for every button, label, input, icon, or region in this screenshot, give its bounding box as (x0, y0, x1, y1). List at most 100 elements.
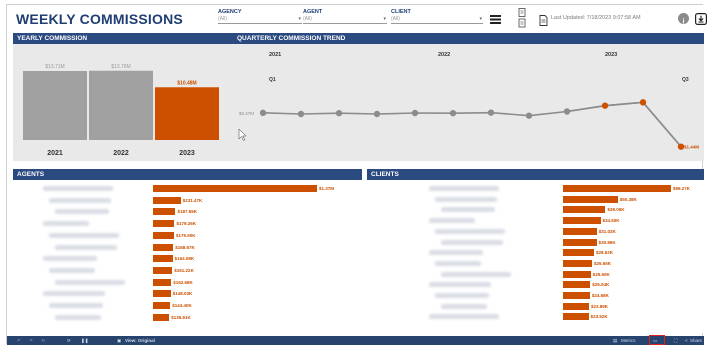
agent-name-redacted (49, 197, 111, 203)
agent-bar[interactable] (153, 208, 176, 216)
client-bar[interactable] (563, 313, 589, 321)
trend-quarter-label: Q1 (269, 77, 276, 83)
agent-bar[interactable] (153, 220, 175, 228)
agency-filter[interactable]: AGENCY (All) ▾ (218, 9, 302, 24)
yearly-chart-svg: $13.71M 2021 $13.76M 2022 $10.48M 2023 (23, 64, 219, 157)
agent-filter[interactable]: AGENT (All) ▾ (303, 9, 387, 24)
clients-bar-area: $99.27K $50.38K $39.05K $34.50K $31.02K $30.8… (367, 180, 704, 333)
quarterly-trend-chart: 2021 2022 2023 Q1 Q3 $3.47M $1.44M (233, 44, 704, 161)
client-bar[interactable] (563, 281, 591, 289)
download-files-icon[interactable] (518, 8, 527, 33)
share-label[interactable]: Share (690, 338, 702, 343)
agent-filter-select[interactable]: (All) ▾ (303, 16, 387, 24)
trend-line-recent (566, 101, 682, 148)
client-bar[interactable] (563, 217, 601, 225)
agent-filter-label: AGENT (303, 9, 323, 15)
info-icon[interactable]: i (678, 13, 689, 25)
document-icon[interactable] (539, 13, 548, 31)
svg-text:i: i (683, 18, 685, 25)
agent-bar[interactable] (153, 255, 173, 263)
client-name-redacted (441, 271, 511, 277)
client-filter[interactable]: CLIENT (All) ▾ (391, 9, 483, 24)
view-icon[interactable]: ▣ (117, 338, 121, 344)
agent-bar[interactable] (153, 266, 173, 274)
agents-bar-area: $1.37M $231.47K $187.65K $179.26K $175.50K $1… (13, 180, 362, 333)
year-bar-2021 (23, 71, 87, 140)
metrics-icon[interactable]: ▤ (613, 338, 617, 344)
client-bar-value-label: $30.86K (598, 239, 616, 245)
client-filter-select[interactable]: (All) ▾ (391, 16, 483, 24)
agent-bar[interactable] (153, 243, 174, 251)
agent-bar[interactable] (153, 185, 317, 192)
trend-point (639, 99, 647, 106)
agent-bar-value-label: $179.26K (176, 221, 196, 227)
revert-icon[interactable]: ⟲ (41, 338, 45, 344)
client-bar[interactable] (563, 195, 618, 203)
agent-name-redacted (49, 267, 95, 273)
share-icon[interactable]: < (685, 338, 688, 343)
clients-header: CLIENTS (367, 169, 704, 180)
yearly-commission-header: YEARLY COMMISSION (13, 33, 235, 44)
pause-icon[interactable]: ❚❚ (81, 338, 89, 344)
agent-name-redacted (55, 314, 101, 320)
trend-end-label: $1.44M (684, 145, 699, 150)
quarterly-trend-panel: QUARTERLY COMMISSION TREND 2021 2022 2023 Q… (233, 33, 704, 161)
client-bar[interactable] (563, 259, 592, 267)
client-bar-value-label: $28.52K (596, 250, 614, 256)
trend-point (601, 102, 609, 109)
client-bar[interactable] (563, 206, 606, 214)
client-name-redacted (441, 239, 503, 245)
trend-year-label: 2023 (605, 52, 617, 58)
chevron-down-icon: ▾ (298, 16, 301, 22)
export-icon[interactable] (695, 12, 708, 26)
agency-filter-select[interactable]: (All) ▾ (218, 16, 302, 24)
fullscreen-icon[interactable]: ⛶ (674, 338, 677, 343)
agent-name-redacted (43, 221, 89, 227)
top-bar: WEEKLY COMMISSIONS AGENCY (All) ▾ AGENT … (7, 5, 708, 33)
client-bar[interactable] (563, 292, 590, 299)
agent-bar-value-label: $148.03K (172, 291, 193, 297)
device-layout-icon: ▭ (653, 338, 658, 343)
client-bar-value-label: $25.04K (592, 282, 610, 288)
agent-bar-value-label: $144.40K (172, 303, 192, 308)
client-bar-value-label: $26.65K (593, 260, 611, 266)
agent-bar[interactable] (153, 231, 174, 239)
agents-chart: $1.37M $231.47K $187.65K $179.26K $175.50K $1… (13, 180, 362, 333)
agency-filter-value: (All) (218, 16, 227, 22)
agent-bar[interactable] (153, 302, 171, 309)
client-bar[interactable] (563, 270, 591, 278)
year-bar-2023 (155, 87, 219, 140)
refresh-icon[interactable]: ⟳ (67, 338, 71, 344)
trend-point (563, 108, 571, 115)
view-label[interactable]: View: Original (125, 338, 155, 343)
agent-bar[interactable] (153, 278, 172, 286)
client-bar[interactable] (563, 227, 597, 235)
client-name-redacted (429, 314, 499, 320)
menu-icon[interactable] (490, 12, 501, 30)
agent-bar[interactable] (153, 196, 181, 204)
client-name-redacted (429, 282, 491, 288)
client-bar[interactable] (563, 185, 671, 192)
client-bar[interactable] (563, 249, 595, 257)
client-bar-value-label: $34.50K (602, 218, 620, 224)
chevron-down-icon: ▾ (383, 16, 386, 22)
client-name-redacted (435, 228, 505, 234)
client-bar[interactable] (563, 302, 589, 310)
agent-name-redacted (49, 232, 119, 238)
agent-bar-value-label: $231.47K (182, 197, 203, 203)
trend-line (262, 101, 682, 148)
redo-icon[interactable]: ↷ (29, 338, 33, 344)
metrics-label[interactable]: Metrics (621, 338, 636, 343)
agent-name-redacted (55, 244, 117, 250)
client-bar-value-label: $23.52K (590, 314, 608, 320)
client-name-redacted (429, 250, 483, 256)
undo-icon[interactable]: ↶ (17, 338, 21, 344)
trend-chart-svg: 2021 2022 2023 Q1 Q3 $3.47M $1.44M (238, 52, 699, 150)
agent-bar[interactable] (153, 290, 171, 298)
client-name-redacted (429, 218, 475, 224)
agent-bar[interactable] (153, 313, 170, 321)
agent-bar-value-label: $1.37M (319, 186, 335, 191)
trend-point (411, 109, 419, 117)
client-bar[interactable] (563, 238, 597, 246)
agent-bar-value-label: $164.08K (174, 256, 195, 262)
